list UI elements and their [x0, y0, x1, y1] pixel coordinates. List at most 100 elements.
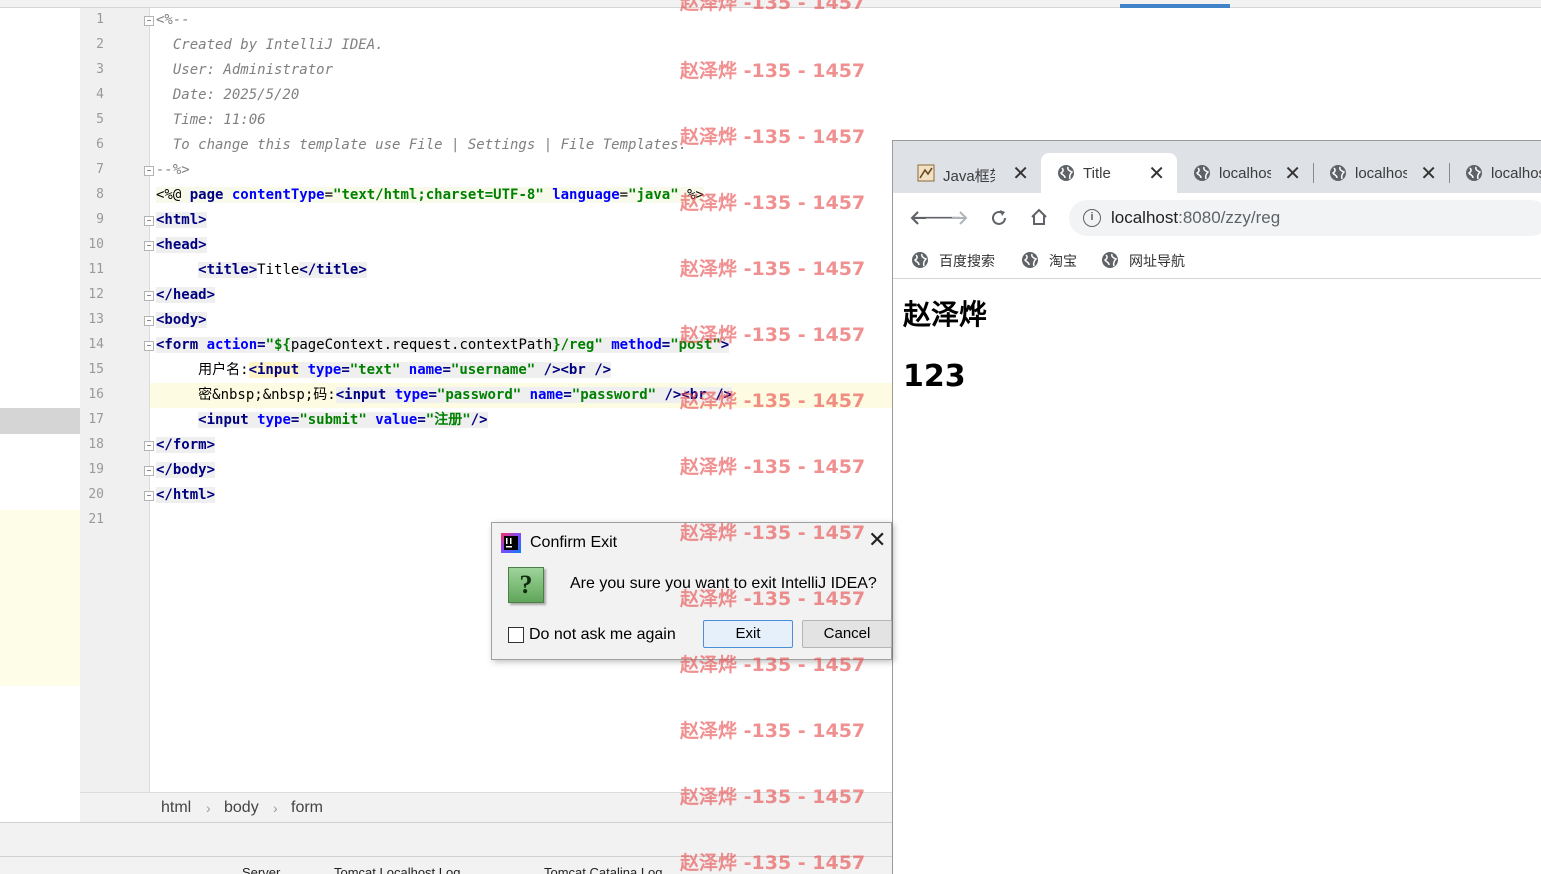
browser-tab-label: localhost	[1219, 165, 1271, 182]
tool-tab-localhost-log[interactable]: Tomcat Localhost Log	[334, 865, 460, 874]
close-icon[interactable]: ✕	[1284, 161, 1301, 186]
code-line[interactable]: <body>	[156, 310, 207, 330]
intellij-logo-icon	[501, 533, 521, 553]
code-line[interactable]: <input type="submit" value="注册"/>	[156, 410, 488, 430]
browser-tab-java[interactable]: Java框架 ✕	[901, 153, 1041, 193]
browser-tab-label: localhost	[1355, 165, 1407, 182]
code-line[interactable]: User: Administrator	[156, 60, 333, 80]
line-number: 7	[96, 162, 104, 177]
breadcrumb-item-body[interactable]: body	[224, 799, 259, 817]
browser-toolbar: 🡐 i localhost:8080/zzy/reg	[893, 193, 1541, 243]
info-icon[interactable]: i	[1083, 209, 1101, 227]
close-icon[interactable]: ✕	[868, 529, 886, 551]
line-number: 16	[88, 387, 104, 402]
browser-tab-label: Java框架	[943, 168, 995, 185]
bookmark-label: 网址导航	[1129, 254, 1185, 270]
breadcrumb-item-html[interactable]: html	[161, 799, 191, 817]
line-number: 20	[88, 487, 104, 502]
fold-marker-icon[interactable]	[144, 216, 154, 226]
globe-icon	[1022, 252, 1038, 268]
globe-icon	[1194, 165, 1210, 181]
globe-icon	[1102, 252, 1118, 268]
ide-status-strip	[0, 822, 892, 856]
code-line[interactable]: Created by IntelliJ IDEA.	[156, 35, 384, 55]
line-number: 15	[88, 362, 104, 377]
line-number: 21	[88, 512, 104, 527]
browser-tab-localhost[interactable]: localhost ✕	[1313, 153, 1449, 193]
fold-marker-icon[interactable]	[144, 316, 154, 326]
line-number: 19	[88, 462, 104, 477]
tool-tab-server[interactable]: Server	[242, 865, 280, 874]
browser-tab-localhost[interactable]: localhost	[1449, 153, 1541, 193]
page-heading-value: 123	[903, 359, 966, 394]
fold-marker-icon[interactable]	[144, 466, 154, 476]
line-number: 4	[96, 87, 104, 102]
bookmark-label: 百度搜索	[939, 254, 995, 270]
line-number: 14	[88, 337, 104, 352]
do-not-ask-checkbox[interactable]	[508, 627, 524, 643]
globe-icon	[1330, 165, 1346, 181]
project-panel-highlight	[0, 510, 80, 686]
fold-marker-icon[interactable]	[144, 166, 154, 176]
code-line[interactable]: </body>	[156, 460, 216, 480]
address-bar[interactable]: i localhost:8080/zzy/reg	[1069, 200, 1541, 236]
back-arrow-icon[interactable]	[909, 208, 929, 228]
cancel-button[interactable]: Cancel	[802, 620, 892, 648]
browser-tab-title[interactable]: Title ✕	[1041, 153, 1177, 193]
line-number: 10	[88, 237, 104, 252]
code-line[interactable]: <title>Title</title>	[156, 260, 367, 280]
web-page-content: 赵泽烨 123	[893, 279, 1541, 874]
fold-marker-icon[interactable]	[144, 241, 154, 251]
line-number: 5	[96, 112, 104, 127]
line-number: 3	[96, 62, 104, 77]
code-line[interactable]: <%@ page contentType="text/html;charset=…	[156, 185, 704, 205]
code-line[interactable]: <html>	[156, 210, 207, 230]
code-line[interactable]: --%>	[156, 160, 190, 180]
close-icon[interactable]: ✕	[1148, 161, 1165, 186]
home-icon[interactable]	[1029, 207, 1049, 227]
globe-icon	[912, 252, 928, 268]
browser-tab-localhost[interactable]: localhost ✕	[1177, 153, 1313, 193]
url-path: :8080/zzy/reg	[1178, 208, 1281, 227]
do-not-ask-label[interactable]: Do not ask me again	[529, 626, 676, 644]
browser-tab-label: localhost	[1491, 165, 1541, 182]
breadcrumb-item-form[interactable]: form	[291, 799, 323, 817]
fold-marker-icon[interactable]	[144, 491, 154, 501]
code-line[interactable]: 密&nbsp;&nbsp;码:<input type="password" na…	[156, 385, 732, 405]
globe-icon	[1466, 165, 1482, 181]
question-icon: ?	[508, 567, 544, 603]
code-line[interactable]: </head>	[156, 285, 216, 305]
breadcrumb-separator: ›	[273, 800, 278, 816]
code-line[interactable]: <head>	[156, 235, 207, 255]
code-line[interactable]: Time: 11:06	[156, 110, 266, 130]
page-heading-name: 赵泽烨	[903, 298, 988, 331]
close-icon[interactable]: ✕	[1012, 161, 1029, 186]
fold-marker-icon[interactable]	[144, 16, 154, 26]
code-line[interactable]: <%--	[156, 10, 190, 30]
code-line[interactable]: </form>	[156, 435, 216, 455]
line-number: 13	[88, 312, 104, 327]
reload-icon[interactable]	[989, 208, 1009, 228]
line-number: 8	[96, 187, 104, 202]
line-number: 11	[88, 262, 104, 277]
line-number: 17	[88, 412, 104, 427]
code-line[interactable]: To change this template use File | Setti…	[156, 135, 687, 155]
line-number: 9	[96, 212, 104, 227]
fold-marker-icon[interactable]	[144, 291, 154, 301]
close-icon[interactable]: ✕	[1420, 161, 1437, 186]
line-number: 12	[88, 287, 104, 302]
forward-arrow-icon[interactable]	[949, 208, 969, 228]
exit-button[interactable]: Exit	[703, 620, 793, 648]
code-line[interactable]: Date: 2025/5/20	[156, 85, 299, 105]
active-editor-tab-indicator	[1120, 4, 1230, 8]
browser-window: Java框架 ✕ Title ✕ localhost ✕ loca	[892, 140, 1541, 874]
tool-tab-catalina-log[interactable]: Tomcat Catalina Log	[544, 865, 663, 874]
code-line[interactable]: 用户名:<input type="text" name="username" /…	[156, 360, 612, 380]
code-line[interactable]: <form action="${pageContext.request.cont…	[156, 335, 730, 355]
line-number: 1	[96, 12, 104, 27]
fold-marker-icon[interactable]	[144, 341, 154, 351]
code-line[interactable]: </html>	[156, 485, 216, 505]
fold-marker-icon[interactable]	[144, 441, 154, 451]
project-panel-selected-row[interactable]	[0, 408, 80, 434]
tool-window-tabs: Server Tomcat Localhost Log Tomcat Catal…	[0, 856, 892, 874]
